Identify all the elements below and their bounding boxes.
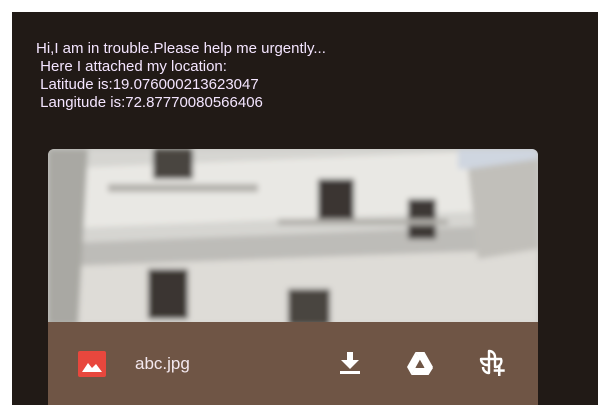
save-to-drive-button[interactable]	[400, 343, 440, 383]
download-icon	[340, 352, 360, 374]
file-name[interactable]: abc.jpg	[135, 354, 190, 374]
chat-screen: Hi,I am in trouble.Please help me urgent…	[12, 12, 598, 405]
photos-add-icon	[479, 349, 505, 376]
image-preview[interactable]	[48, 149, 538, 325]
message-line: Here I attached my location:	[36, 58, 227, 75]
add-to-photos-button[interactable]	[473, 343, 513, 383]
message-line: Langitude is:72.87770080566406	[36, 94, 263, 111]
attachment-bar: abc.jpg	[48, 322, 538, 405]
image-icon	[78, 351, 106, 377]
drive-icon	[407, 352, 433, 375]
message-line: Hi,I am in trouble.Please help me urgent…	[36, 40, 326, 57]
message-line: Latitude is:19.076000213623047	[36, 76, 259, 93]
download-button[interactable]	[330, 343, 370, 383]
attachment-card[interactable]: abc.jpg	[48, 149, 538, 405]
message-text: Hi,I am in trouble.Please help me urgent…	[36, 40, 326, 112]
